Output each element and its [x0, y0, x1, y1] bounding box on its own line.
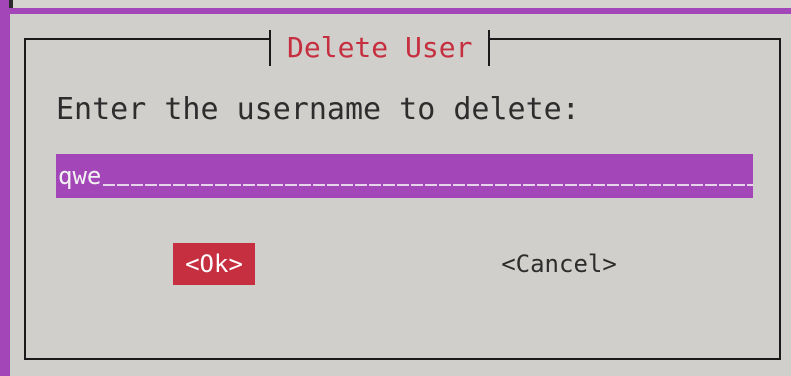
input-placeholder-underscores	[103, 184, 753, 186]
top-strip-accent	[0, 0, 9, 8]
delete-user-dialog: Delete User Enter the username to delete…	[10, 14, 791, 376]
username-input-value: qwe	[58, 162, 102, 190]
dialog-title: Delete User	[287, 31, 473, 64]
username-prompt: Enter the username to delete:	[56, 92, 580, 127]
ok-button[interactable]: <Ok>	[173, 243, 255, 285]
dialog-frame	[24, 38, 781, 360]
top-strip-divider	[9, 0, 13, 8]
terminal-screen: { "dialog": { "title": "Delete User", "p…	[0, 0, 791, 376]
terminal-top-strip	[0, 0, 791, 8]
dialog-title-box: Delete User	[269, 30, 491, 66]
cancel-button[interactable]: <Cancel>	[476, 243, 642, 285]
username-input[interactable]: qwe	[56, 154, 753, 198]
